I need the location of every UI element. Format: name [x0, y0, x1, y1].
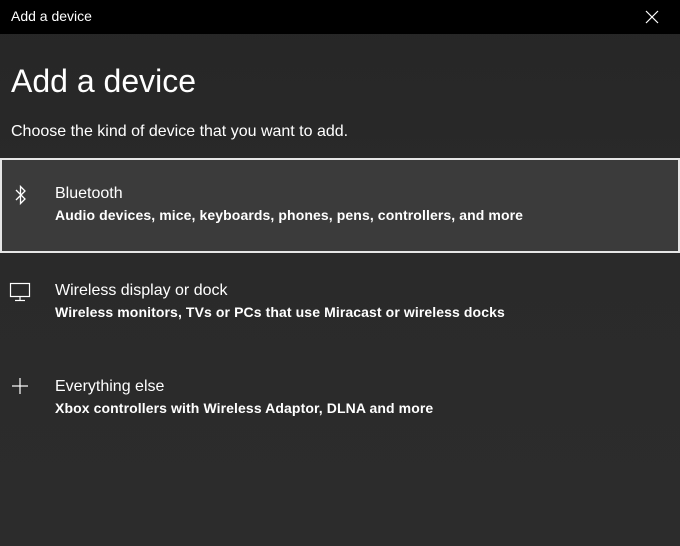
option-description: Audio devices, mice, keyboards, phones, … [55, 207, 524, 223]
bluetooth-icon [9, 183, 33, 207]
option-bluetooth[interactable]: Bluetooth Audio devices, mice, keyboards… [0, 158, 680, 253]
page-title: Add a device [11, 63, 197, 99]
monitor-icon [8, 280, 32, 304]
option-wireless-display[interactable]: Wireless display or dock Wireless monito… [0, 255, 680, 350]
window-title: Add a device [11, 8, 92, 24]
close-icon [645, 10, 659, 24]
option-description: Wireless monitors, TVs or PCs that use M… [55, 304, 505, 320]
plus-icon [8, 374, 32, 398]
page-subtitle: Choose the kind of device that you want … [11, 123, 349, 140]
option-title: Wireless display or dock [55, 282, 228, 299]
option-everything-else[interactable]: Everything else Xbox controllers with Wi… [0, 352, 680, 447]
option-description: Xbox controllers with Wireless Adaptor, … [55, 400, 434, 416]
add-device-window: Add a device Add a device Choose the kin… [0, 0, 680, 546]
title-bar: Add a device [0, 0, 680, 34]
close-button[interactable] [624, 0, 680, 34]
option-title: Bluetooth [55, 185, 123, 202]
option-title: Everything else [55, 378, 165, 395]
